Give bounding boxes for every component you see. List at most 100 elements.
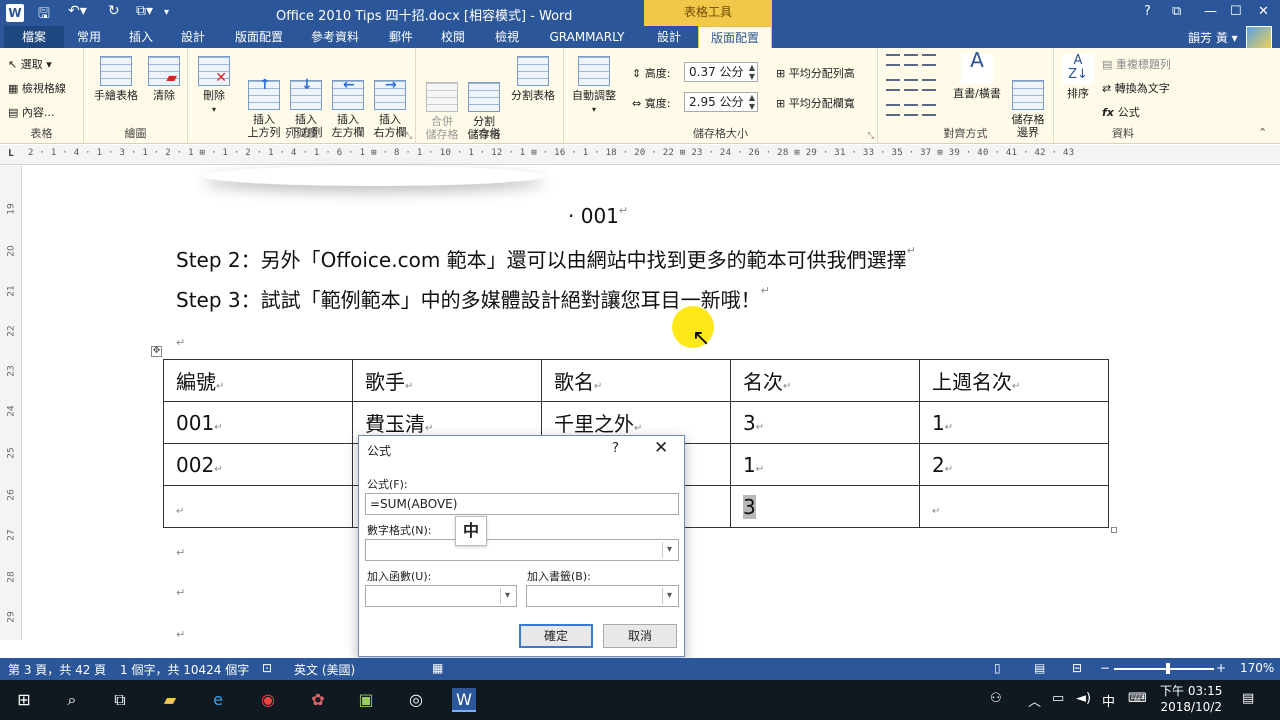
chevron-down-icon[interactable]: ▾: [500, 588, 514, 604]
collapse-ribbon-icon[interactable]: ⌃: [1258, 126, 1267, 139]
convert-to-text-button[interactable]: ⇄ 轉換為文字: [1102, 80, 1170, 96]
file-explorer-icon[interactable]: ▰: [158, 688, 182, 712]
ribbon-display-icon[interactable]: ⧉: [1172, 4, 1181, 19]
table-cell[interactable]: 1↵: [919, 401, 1109, 444]
tab-design[interactable]: 設計: [176, 26, 210, 48]
tab-stop-selector[interactable]: L: [8, 148, 14, 159]
notifications-icon[interactable]: ▤: [1242, 691, 1254, 706]
header-cell[interactable]: 上週名次↵: [919, 359, 1109, 402]
tray-overflow-icon[interactable]: ︿: [1028, 691, 1041, 710]
align-top-left-icon[interactable]: [886, 54, 900, 66]
ie-browser-icon[interactable]: e: [206, 688, 230, 712]
header-cell[interactable]: 歌手↵: [352, 359, 542, 402]
table-cell-selected[interactable]: 3: [730, 485, 920, 528]
windows-start-icon[interactable]: ⊞: [12, 688, 36, 712]
save-icon[interactable]: 🖫: [38, 3, 50, 27]
sort-button[interactable]: A Z↓ 排序: [1060, 54, 1096, 100]
formula-button[interactable]: fx 公式: [1102, 104, 1140, 120]
properties-button[interactable]: ▤ 內容...: [8, 104, 54, 120]
table-cell[interactable]: 1↵: [730, 443, 920, 486]
zoom-slider-thumb[interactable]: [1166, 663, 1170, 674]
align-middle-center-icon[interactable]: [904, 79, 918, 91]
keyboard-icon[interactable]: ⌨: [1128, 691, 1147, 706]
tab-review[interactable]: 校閱: [436, 26, 470, 48]
tab-home[interactable]: 常用: [72, 26, 106, 48]
minimize-icon[interactable]: —: [1204, 4, 1217, 19]
table-cell[interactable]: ↵: [919, 485, 1109, 528]
align-bottom-center-icon[interactable]: [904, 104, 918, 116]
distribute-rows-button[interactable]: ⊞ 平均分配列高: [776, 65, 855, 81]
macro-icon[interactable]: ▦: [432, 661, 443, 675]
tab-table-design[interactable]: 設計: [646, 26, 692, 48]
ime-tray-indicator[interactable]: 中: [1102, 691, 1115, 710]
chevron-down-icon[interactable]: ▾: [662, 542, 676, 558]
delete-button[interactable]: ✕ 刪除 ▾: [194, 56, 234, 116]
table-cell[interactable]: ↵: [163, 485, 353, 528]
chrome-icon[interactable]: ◉: [256, 688, 280, 712]
tab-table-layout[interactable]: 版面配置: [698, 26, 772, 48]
paste-function-select[interactable]: ▾: [365, 585, 517, 607]
system-clock[interactable]: 下午 03:15 2018/10/2: [1160, 683, 1222, 715]
people-icon[interactable]: ⚇: [990, 691, 1002, 706]
tab-view[interactable]: 檢視: [490, 26, 524, 48]
distribute-cols-button[interactable]: ⊞ 平均分配欄寬: [776, 95, 855, 111]
table-cell[interactable]: 3↵: [730, 401, 920, 444]
language[interactable]: 英文 (美國): [294, 661, 355, 678]
zoom-in-icon[interactable]: +: [1216, 661, 1226, 675]
table-move-handle-icon[interactable]: ✥: [151, 346, 162, 357]
dialog-launcher-icon[interactable]: ⤡: [868, 131, 874, 141]
tab-references[interactable]: 參考資料: [306, 26, 364, 48]
zoom-level[interactable]: 170%: [1240, 661, 1274, 675]
tab-grammarly[interactable]: GRAMMARLY: [544, 26, 630, 48]
spin-arrows-icon[interactable]: ▲ ▼: [749, 93, 755, 111]
step2-paragraph[interactable]: Step 2：另外「Offoice.com 範本」還可以由網站中找到更多的範本可…: [176, 244, 916, 273]
table-cell[interactable]: 001↵: [163, 401, 353, 444]
tab-mailings[interactable]: 郵件: [384, 26, 418, 48]
align-bottom-right-icon[interactable]: [922, 104, 936, 116]
dialog-launcher-icon[interactable]: ⤡: [406, 131, 412, 141]
header-cell[interactable]: 歌名↵: [541, 359, 731, 402]
select-button[interactable]: ↖ 選取 ▾: [8, 56, 52, 72]
split-table-button[interactable]: 分割表格: [506, 56, 560, 102]
row-height-input[interactable]: 0.37 公分 ▲ ▼: [684, 62, 758, 82]
search-icon[interactable]: ⌕: [60, 688, 84, 712]
app-icon[interactable]: ✿: [306, 688, 330, 712]
eraser-button[interactable]: ▰ 清除: [144, 56, 184, 102]
help-icon[interactable]: ?: [1144, 4, 1151, 19]
align-middle-left-icon[interactable]: [886, 79, 900, 91]
paste-bookmark-select[interactable]: ▾: [526, 585, 679, 607]
redo-icon[interactable]: ↻: [108, 3, 120, 19]
number-format-select[interactable]: ▾: [365, 539, 679, 561]
maximize-icon[interactable]: ☐: [1230, 4, 1242, 19]
print-layout-icon[interactable]: ▤: [1034, 661, 1045, 675]
task-view-icon[interactable]: ⧉: [108, 688, 132, 712]
tab-file[interactable]: 檔案: [4, 26, 64, 48]
text-direction-button[interactable]: A 直書/橫書: [950, 50, 1004, 100]
battery-icon[interactable]: ▭: [1052, 691, 1064, 706]
formula-input[interactable]: =SUM(ABOVE): [365, 493, 679, 515]
cancel-button[interactable]: 取消: [603, 624, 677, 648]
page-count[interactable]: 第 3 頁，共 42 頁: [8, 661, 106, 678]
read-mode-icon[interactable]: ▯: [994, 661, 1001, 675]
align-top-right-icon[interactable]: [922, 54, 936, 66]
word-app-icon[interactable]: W: [6, 4, 24, 22]
notes-icon[interactable]: ▣: [354, 688, 378, 712]
tab-insert[interactable]: 插入: [124, 26, 158, 48]
view-gridlines-button[interactable]: ▦ 檢視格線: [8, 80, 66, 96]
align-top-center-icon[interactable]: [904, 54, 918, 66]
word-count[interactable]: 1 個字，共 10424 個字: [120, 661, 249, 678]
user-account[interactable]: 韻芳 黃 ▾: [1188, 29, 1238, 46]
web-layout-icon[interactable]: ⊟: [1072, 661, 1082, 675]
table-resize-handle[interactable]: [1111, 527, 1117, 533]
zoom-slider[interactable]: [1114, 668, 1214, 670]
draw-table-button[interactable]: 手繪表格: [90, 56, 142, 102]
word-taskbar-icon[interactable]: W: [452, 688, 476, 712]
dialog-close-icon[interactable]: ✕: [654, 438, 668, 458]
horizontal-ruler[interactable]: L 2 · 1 · 4 · 1 · 3 · 1 · 2 · 1 ⊞ · 1 · …: [0, 145, 1280, 165]
table-cell[interactable]: 2↵: [919, 443, 1109, 486]
tab-layout[interactable]: 版面配置: [230, 26, 288, 48]
zoom-out-icon[interactable]: −: [1100, 661, 1110, 675]
col-width-input[interactable]: 2.95 公分 ▲ ▼: [684, 92, 758, 112]
app-icon[interactable]: ◎: [404, 688, 428, 712]
ok-button[interactable]: 確定: [519, 624, 593, 648]
